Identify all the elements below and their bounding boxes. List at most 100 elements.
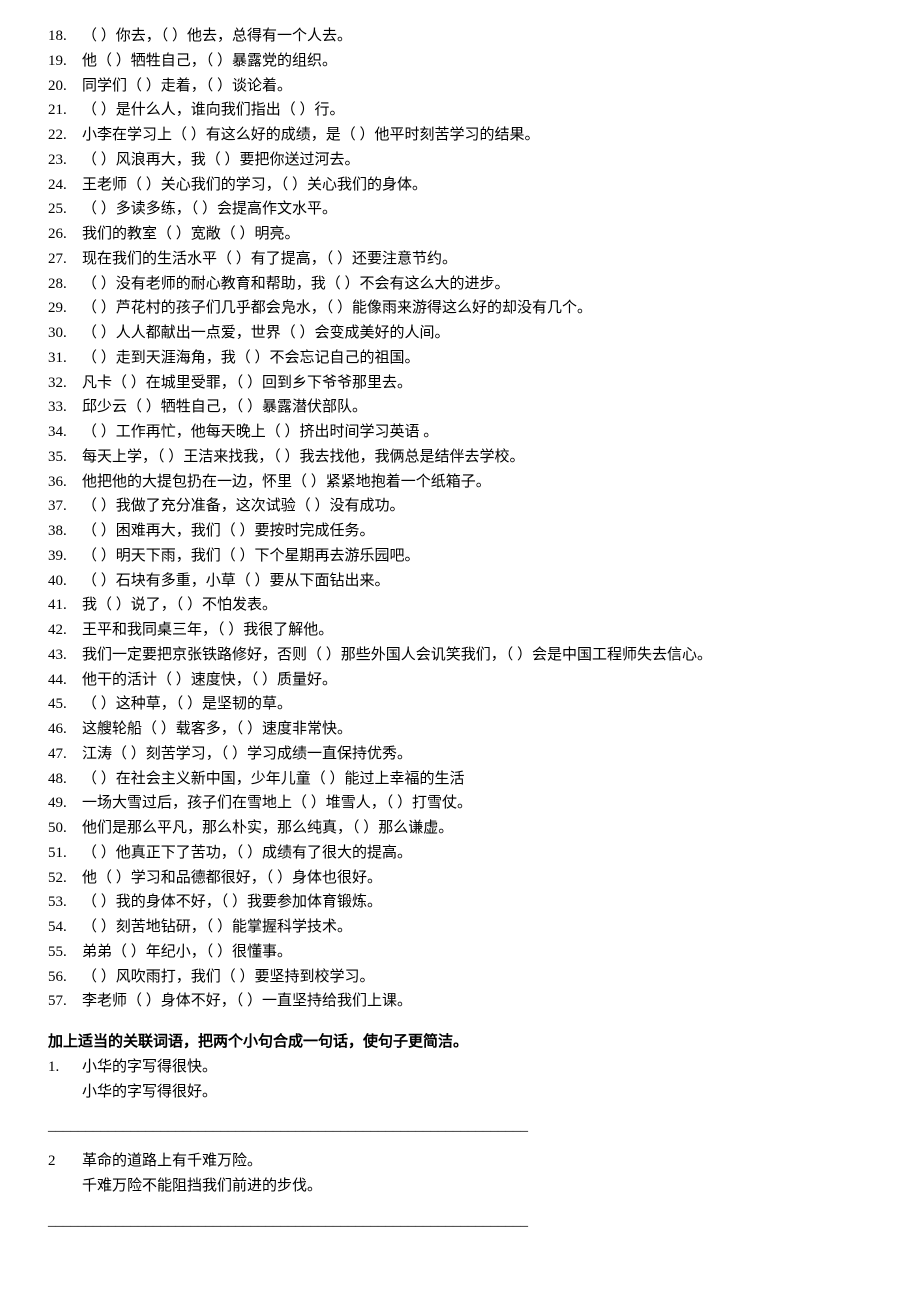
item-number: 48. [48,767,82,792]
item-text: （ ）你去，（ ）他去，总得有一个人去。 [82,24,352,49]
item-number: 24. [48,173,82,198]
exercise-item: 56.（ ）风吹雨打，我们（ ）要坚持到校学习。 [48,965,872,990]
item-text: （ ）石块有多重，小草（ ）要从下面钻出来。 [82,569,390,594]
item-number: 57. [48,989,82,1014]
item-text: 我们的教室（ ）宽敞（ ）明亮。 [82,222,300,247]
exercise-list: 18.（ ）你去，（ ）他去，总得有一个人去。19.他（ ）牺牲自己，（ ）暴露… [48,24,872,1014]
item-number: 21. [48,98,82,123]
combine-line-a: 小华的字写得很快。 [82,1055,217,1080]
item-number: 29. [48,296,82,321]
item-text: 他把他的大提包扔在一边，怀里（ ）紧紧地抱着一个纸箱子。 [82,470,491,495]
item-text: （ ）我的身体不好，（ ）我要参加体育锻炼。 [82,890,382,915]
item-number: 44. [48,668,82,693]
item-number: 39. [48,544,82,569]
item-text: （ ）多读多练，（ ）会提高作文水平。 [82,197,337,222]
item-number: 53. [48,890,82,915]
item-number: 27. [48,247,82,272]
item-text: （ ）没有老师的耐心教育和帮助，我（ ）不会有这么大的进步。 [82,272,510,297]
item-number: 40. [48,569,82,594]
combine-item: 2革命的道路上有千难万险。 [48,1149,872,1174]
item-text: 邱少云（ ）牺牲自己，（ ）暴露潜伏部队。 [82,395,367,420]
item-number: 23. [48,148,82,173]
item-number: 22. [48,123,82,148]
item-number: 54. [48,915,82,940]
item-text: 他（ ）牺牲自己，（ ）暴露党的组织。 [82,49,337,74]
item-text: （ ）是什么人，谁向我们指出（ ）行。 [82,98,345,123]
exercise-item: 48.（ ）在社会主义新中国，少年儿童（ ）能过上幸福的生活 [48,767,872,792]
exercise-item: 37.（ ）我做了充分准备，这次试验（ ）没有成功。 [48,494,872,519]
item-number: 35. [48,445,82,470]
item-number: 34. [48,420,82,445]
exercise-item: 54.（ ）刻苦地钻研，（ ）能掌握科学技术。 [48,915,872,940]
answer-blank-line: ________________________________________… [48,1209,872,1234]
item-number: 49. [48,791,82,816]
exercise-item: 25.（ ）多读多练，（ ）会提高作文水平。 [48,197,872,222]
item-number: 55. [48,940,82,965]
item-number: 47. [48,742,82,767]
item-number: 52. [48,866,82,891]
exercise-item: 34.（ ）工作再忙，他每天晚上（ ）挤出时间学习英语 。 [48,420,872,445]
exercise-item: 20.同学们（ ）走着，（ ）谈论着。 [48,74,872,99]
exercise-item: 47.江涛（ ）刻苦学习，（ ）学习成绩一直保持优秀。 [48,742,872,767]
exercise-item: 51.（ ）他真正下了苦功，（ ）成绩有了很大的提高。 [48,841,872,866]
combine-number: 2 [48,1149,82,1174]
item-number: 36. [48,470,82,495]
item-number: 51. [48,841,82,866]
item-text: 同学们（ ）走着，（ ）谈论着。 [82,74,292,99]
exercise-item: 40.（ ）石块有多重，小草（ ）要从下面钻出来。 [48,569,872,594]
item-text: （ ）他真正下了苦功，（ ）成绩有了很大的提高。 [82,841,412,866]
combine-item: 1.小华的字写得很快。 [48,1055,872,1080]
item-text: （ ）芦花村的孩子们几乎都会凫水，（ ）能像雨来游得这么好的却没有几个。 [82,296,592,321]
item-number: 45. [48,692,82,717]
exercise-item: 45.（ ）这种草，（ ）是坚韧的草。 [48,692,872,717]
item-number: 31. [48,346,82,371]
exercise-item: 19.他（ ）牺牲自己，（ ）暴露党的组织。 [48,49,872,74]
item-number: 41. [48,593,82,618]
combine-number: 1. [48,1055,82,1080]
item-text: （ ）风浪再大，我（ ）要把你送过河去。 [82,148,360,173]
exercise-item: 31.（ ）走到天涯海角，我（ ）不会忘记自己的祖国。 [48,346,872,371]
item-text: （ ）走到天涯海角，我（ ）不会忘记自己的祖国。 [82,346,420,371]
item-text: 江涛（ ）刻苦学习，（ ）学习成绩一直保持优秀。 [82,742,412,767]
item-text: （ ）人人都献出一点爱，世界（ ）会变成美好的人间。 [82,321,450,346]
exercise-item: 30.（ ）人人都献出一点爱，世界（ ）会变成美好的人间。 [48,321,872,346]
exercise-item: 27.现在我们的生活水平（ ）有了提高，（ ）还要注意节约。 [48,247,872,272]
item-number: 19. [48,49,82,74]
exercise-item: 23.（ ）风浪再大，我（ ）要把你送过河去。 [48,148,872,173]
item-text: 每天上学，（ ）王洁来找我，（ ）我去找他，我俩总是结伴去学校。 [82,445,525,470]
item-number: 25. [48,197,82,222]
exercise-item: 36.他把他的大提包扔在一边，怀里（ ）紧紧地抱着一个纸箱子。 [48,470,872,495]
exercise-item: 49.一场大雪过后，孩子们在雪地上（ ）堆雪人，（ ）打雪仗。 [48,791,872,816]
exercise-item: 26.我们的教室（ ）宽敞（ ）明亮。 [48,222,872,247]
item-text: 王老师（ ）关心我们的学习，（ ）关心我们的身体。 [82,173,427,198]
item-number: 43. [48,643,82,668]
item-text: 凡卡（ ）在城里受罪，（ ）回到乡下爷爷那里去。 [82,371,412,396]
item-number: 32. [48,371,82,396]
exercise-item: 53.（ ）我的身体不好，（ ）我要参加体育锻炼。 [48,890,872,915]
item-number: 50. [48,816,82,841]
item-number: 28. [48,272,82,297]
item-number: 26. [48,222,82,247]
item-text: （ ）明天下雨，我们（ ）下个星期再去游乐园吧。 [82,544,420,569]
exercise-item: 46.这艘轮船（ ）载客多，（ ）速度非常快。 [48,717,872,742]
item-number: 33. [48,395,82,420]
exercise-item: 41.我（ ）说了，（ ）不怕发表。 [48,593,872,618]
item-number: 38. [48,519,82,544]
item-number: 20. [48,74,82,99]
item-text: 现在我们的生活水平（ ）有了提高，（ ）还要注意节约。 [82,247,457,272]
item-text: 一场大雪过后，孩子们在雪地上（ ）堆雪人，（ ）打雪仗。 [82,791,472,816]
item-text: 李老师（ ）身体不好，（ ）一直坚持给我们上课。 [82,989,412,1014]
exercise-item: 28.（ ）没有老师的耐心教育和帮助，我（ ）不会有这么大的进步。 [48,272,872,297]
item-text: 我（ ）说了，（ ）不怕发表。 [82,593,277,618]
exercise-item: 29.（ ）芦花村的孩子们几乎都会凫水，（ ）能像雨来游得这么好的却没有几个。 [48,296,872,321]
exercise-item: 55.弟弟（ ）年纪小，（ ）很懂事。 [48,940,872,965]
item-number: 56. [48,965,82,990]
item-text: （ ）刻苦地钻研，（ ）能掌握科学技术。 [82,915,352,940]
item-text: （ ）风吹雨打，我们（ ）要坚持到校学习。 [82,965,375,990]
exercise-item: 50.他们是那么平凡，那么朴实，那么纯真，（ ）那么谦虚。 [48,816,872,841]
item-number: 18. [48,24,82,49]
item-number: 30. [48,321,82,346]
item-text: （ ）这种草，（ ）是坚韧的草。 [82,692,292,717]
item-text: 这艘轮船（ ）载客多，（ ）速度非常快。 [82,717,352,742]
item-text: 弟弟（ ）年纪小，（ ）很懂事。 [82,940,292,965]
